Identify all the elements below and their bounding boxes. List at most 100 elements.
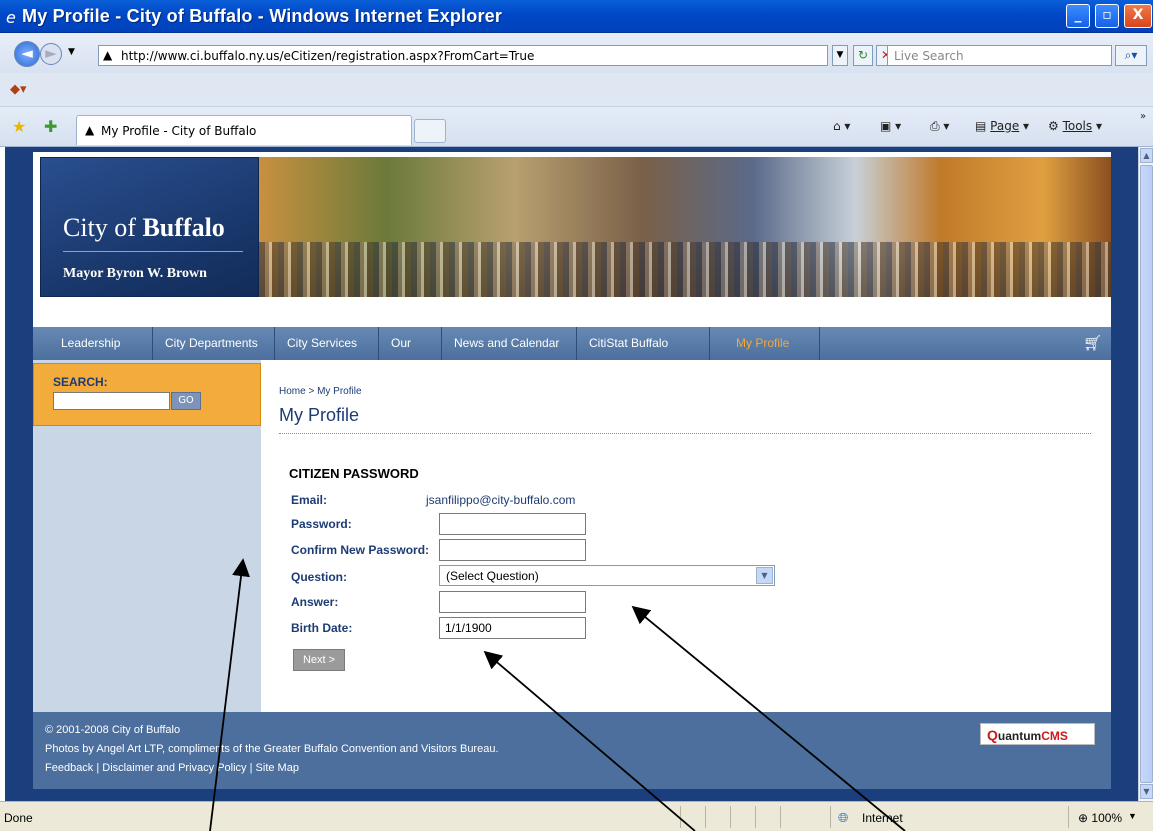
new-tab-button[interactable] [414,119,446,143]
nav-item-city-services[interactable]: City Services [275,327,379,360]
password-field[interactable] [439,513,586,535]
status-divider [680,806,681,828]
tools-menu[interactable]: ⚙ Tools ▾ [1048,119,1102,133]
add-favorite-icon[interactable]: ✚ [44,117,57,136]
page-menu[interactable]: ▤ Page ▾ [975,119,1029,133]
birth-date-field[interactable]: 1/1/1900 [439,617,586,639]
zoom-value: 100% [1091,811,1123,825]
internet-globe-icon: 🌐︎ [838,810,849,825]
answer-field[interactable] [439,591,586,613]
left-sidebar: SEARCH: GO [33,360,261,712]
chevron-more-icon[interactable]: » [1140,111,1146,122]
scroll-down-icon[interactable]: ▼ [1140,784,1153,799]
nav-item-leadership[interactable]: Leadership [47,327,153,360]
photo-credit-text: Photos by Angel Art LTP, compliments of … [45,743,499,755]
links-toolbar: ◆▾ [0,73,1153,107]
site-search-label: SEARCH: [53,375,108,389]
email-label: Email: [291,493,328,507]
status-divider [1068,806,1069,828]
print-icon[interactable]: ⎙ ▾ [930,119,949,134]
section-title: CITIZEN PASSWORD [289,466,419,481]
site-search-panel: SEARCH: GO [33,363,261,426]
mayor-name: Mayor Byron W. Brown [63,266,207,281]
toolbar-addon-icon[interactable]: ◆▾ [10,82,27,97]
city-name: City of Buffalo [63,213,225,243]
nav-item-our-city[interactable]: Our City [379,327,442,383]
window-title-bar: e My Profile - City of Buffalo - Windows… [0,0,1153,33]
search-button[interactable]: ⌕▾ [1115,45,1147,66]
tab-my-profile[interactable]: ▲ My Profile - City of Buffalo [76,115,412,145]
logo-q: Q [987,727,998,743]
page-viewport: City of Buffalo Mayor Byron W. Brown Lea… [5,147,1138,801]
nav-item-my-profile[interactable]: My Profile [710,327,820,360]
status-divider [780,806,781,828]
status-divider [755,806,756,828]
footer-link-feedback[interactable]: Feedback [45,762,93,774]
feeds-icon[interactable]: ▣ ▾ [880,119,901,133]
nav-item-citistat[interactable]: CitiStat Buffalo [577,327,710,360]
status-text: Done [4,811,33,825]
answer-label: Answer: [291,595,339,609]
maximize-button[interactable]: ▫ [1095,4,1119,28]
live-search-placeholder: Live Search [894,49,964,63]
nav-item-city-departments[interactable]: City Departments [153,327,275,360]
city-name-bold: Buffalo [142,213,225,242]
tools-menu-label: Tools [1062,119,1093,133]
logo-uantum: uantum [997,729,1042,743]
ie-logo-icon: e [6,8,16,27]
site-search-input[interactable] [53,392,170,410]
window-title: My Profile - City of Buffalo - Windows I… [22,6,503,26]
footer-separator: | [93,762,103,774]
footer-link-disclaimer[interactable]: Disclaimer and Privacy Policy [102,762,246,774]
home-icon[interactable]: ⌂ ▾ [833,119,850,133]
nav-item-news-calendar[interactable]: News and Calendar [442,327,577,360]
birth-date-label: Birth Date: [291,621,353,635]
logo-divider [63,251,243,252]
close-button[interactable]: X [1124,4,1152,28]
page-title: My Profile [279,405,360,425]
site-container: City of Buffalo Mayor Byron W. Brown Lea… [33,152,1111,789]
next-button[interactable]: Next > [293,649,345,671]
main-navigation: Leadership City Departments City Service… [33,327,1111,383]
status-divider [830,806,831,828]
address-url: http://www.ci.buffalo.ny.us/eCitizen/reg… [121,49,535,63]
address-input[interactable]: ▲ http://www.ci.buffalo.ny.us/eCitizen/r… [98,45,828,66]
city-logo[interactable]: City of Buffalo Mayor Byron W. Brown [40,157,259,297]
footer-link-sitemap[interactable]: Site Map [256,762,299,774]
favorites-star-icon[interactable]: ★ [12,117,26,136]
zoom-level[interactable]: ⊕ 100% [1078,811,1122,825]
logo-cms: CMS [1041,729,1068,743]
banner-photo [259,157,1111,297]
live-search-input[interactable]: Live Search [887,45,1112,66]
scroll-up-icon[interactable]: ▲ [1140,148,1153,163]
security-zone-text: Internet [862,811,903,825]
question-selected-value: (Select Question) [446,569,539,583]
question-select[interactable]: (Select Question) ▼ [439,565,775,586]
city-name-prefix: City of [63,213,143,242]
zoom-dropdown-icon[interactable]: ▼ [1128,811,1137,821]
forward-button[interactable]: ► [40,43,62,65]
refresh-button[interactable]: ↻ [853,45,873,66]
confirm-password-label: Confirm New Password: [291,543,430,557]
tab-toolbar: ★ ✚ ▲ My Profile - City of Buffalo ⌂ ▾ ▣… [0,107,1153,147]
question-label: Question: [291,570,347,584]
vertical-scrollbar[interactable]: ▲ ▼ [1138,147,1153,801]
status-bar: Done 🌐︎ Internet ⊕ 100% ▼ [0,801,1153,831]
minimize-button[interactable]: _ [1066,4,1090,28]
title-divider [279,433,1091,434]
back-button[interactable]: ◄ [14,41,40,67]
confirm-password-field[interactable] [439,539,586,561]
scroll-thumb[interactable] [1140,165,1153,783]
main-content: Home > My Profile My Profile CITIZEN PAS… [261,360,1111,712]
site-favicon-icon: ▲ [103,48,113,62]
status-divider [730,806,731,828]
quantum-cms-logo[interactable]: QuantumCMS [980,723,1095,745]
address-dropdown-icon[interactable]: ▼ [832,45,848,66]
breadcrumb[interactable]: Home > My Profile [279,386,362,397]
recent-pages-dropdown-icon[interactable]: ▼ [68,47,75,57]
chevron-down-icon[interactable]: ▼ [756,567,773,584]
site-search-go-button[interactable]: GO [171,392,201,410]
cart-icon[interactable]: 🛒︎ [1083,334,1102,352]
copyright-text: © 2001-2008 City of Buffalo [45,724,181,736]
site-header: City of Buffalo Mayor Byron W. Brown [33,152,1111,297]
